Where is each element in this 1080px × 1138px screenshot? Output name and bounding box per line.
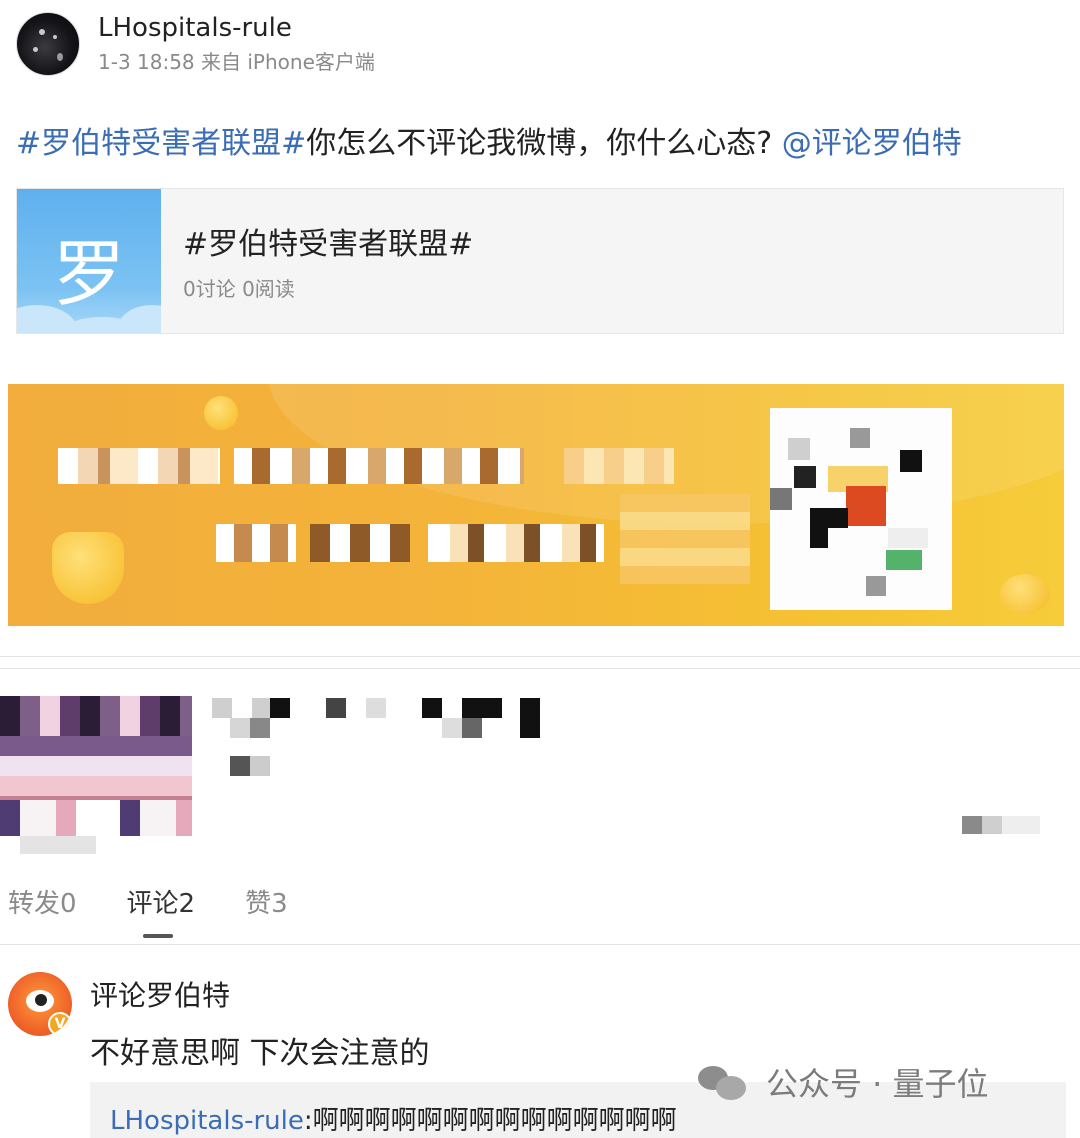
coin-decoration (1000, 574, 1050, 614)
topic-stats: 0讨论 0阅读 (183, 277, 295, 301)
author-meta: LHospitals-rule 1-3 18:58 来自 iPhone客户端 (98, 12, 375, 76)
watermark: 公众号 · 量子位 (698, 1060, 989, 1104)
pixelated-avatar-detail (0, 800, 192, 836)
ad-banner-image[interactable] (8, 384, 1064, 626)
watermark-text: 公众号 · 量子位 (766, 1065, 989, 1103)
verified-badge-icon: V (48, 1012, 72, 1036)
commenter-avatar[interactable]: V (8, 972, 72, 1036)
pixelated-text (58, 448, 220, 484)
tabs-divider (0, 944, 1080, 945)
mention-link[interactable]: @评论罗伯特 (782, 126, 962, 161)
pixelated-subtext (962, 816, 1040, 834)
pixelated-username (366, 698, 386, 718)
pixelated-text (564, 448, 674, 484)
topic-card[interactable]: 罗 #罗伯特受害者联盟# 0讨论 0阅读 (16, 188, 1064, 334)
reply-author-link[interactable]: LHospitals-rule (110, 1106, 304, 1136)
topic-thumbnail: 罗 (17, 189, 161, 333)
pixelated-username (442, 718, 482, 738)
wechat-icon (698, 1062, 748, 1102)
qr-code (770, 408, 952, 610)
hashtag-link[interactable]: #罗伯特受害者联盟# (16, 126, 306, 161)
section-divider (0, 656, 1080, 657)
topic-title: #罗伯特受害者联盟# (183, 227, 474, 262)
pixelated-username (230, 718, 270, 738)
pixelated-text (428, 524, 604, 562)
active-tab-indicator (143, 934, 173, 938)
pixelated-username (520, 698, 540, 738)
commenter-name[interactable]: 评论罗伯特 (90, 974, 230, 1014)
section-divider (0, 668, 1080, 669)
tab-comments[interactable]: 评论2 (127, 884, 196, 924)
pixelated-text (310, 524, 410, 562)
pixelated-username (212, 698, 272, 718)
pixelated-subtext (230, 756, 270, 776)
pixelated-text (234, 448, 524, 484)
pixelated-username (270, 698, 290, 718)
reply-content: :啊啊啊啊啊啊啊啊啊啊啊啊啊啊 (303, 1106, 677, 1136)
author-name[interactable]: LHospitals-rule (98, 12, 375, 44)
pixelated-username (326, 698, 346, 718)
coin-decoration (52, 532, 124, 604)
post-time-source: 1-3 18:58 来自 iPhone客户端 (98, 50, 375, 74)
pixelated-username (422, 698, 502, 718)
coin-decoration (204, 396, 238, 430)
reply-preview-text: LHospitals-rule:啊啊啊啊啊啊啊啊啊啊啊啊啊啊 (110, 1100, 677, 1137)
tab-likes[interactable]: 赞3 (245, 884, 288, 924)
interaction-tabs: 转发0 评论2 赞3 (8, 884, 338, 924)
tab-repost[interactable]: 转发0 (8, 884, 77, 924)
comment-text: 不好意思啊 下次会注意的 (90, 1036, 430, 1071)
post-text: #罗伯特受害者联盟#你怎么不评论我微博，你什么心态? @评论罗伯特 (16, 122, 962, 166)
pixelated-avatar-detail (0, 696, 192, 736)
post-body-text: 你怎么不评论我微博，你什么心态? (306, 126, 773, 161)
topic-info: #罗伯特受害者联盟# 0讨论 0阅读 (161, 189, 473, 333)
post-header: LHospitals-rule 1-3 18:58 来自 iPhone客户端 (16, 10, 375, 78)
pixelated-text (620, 494, 750, 584)
pixelated-avatar-detail (20, 836, 96, 854)
pixelated-text (216, 524, 296, 562)
author-avatar[interactable] (16, 12, 80, 76)
